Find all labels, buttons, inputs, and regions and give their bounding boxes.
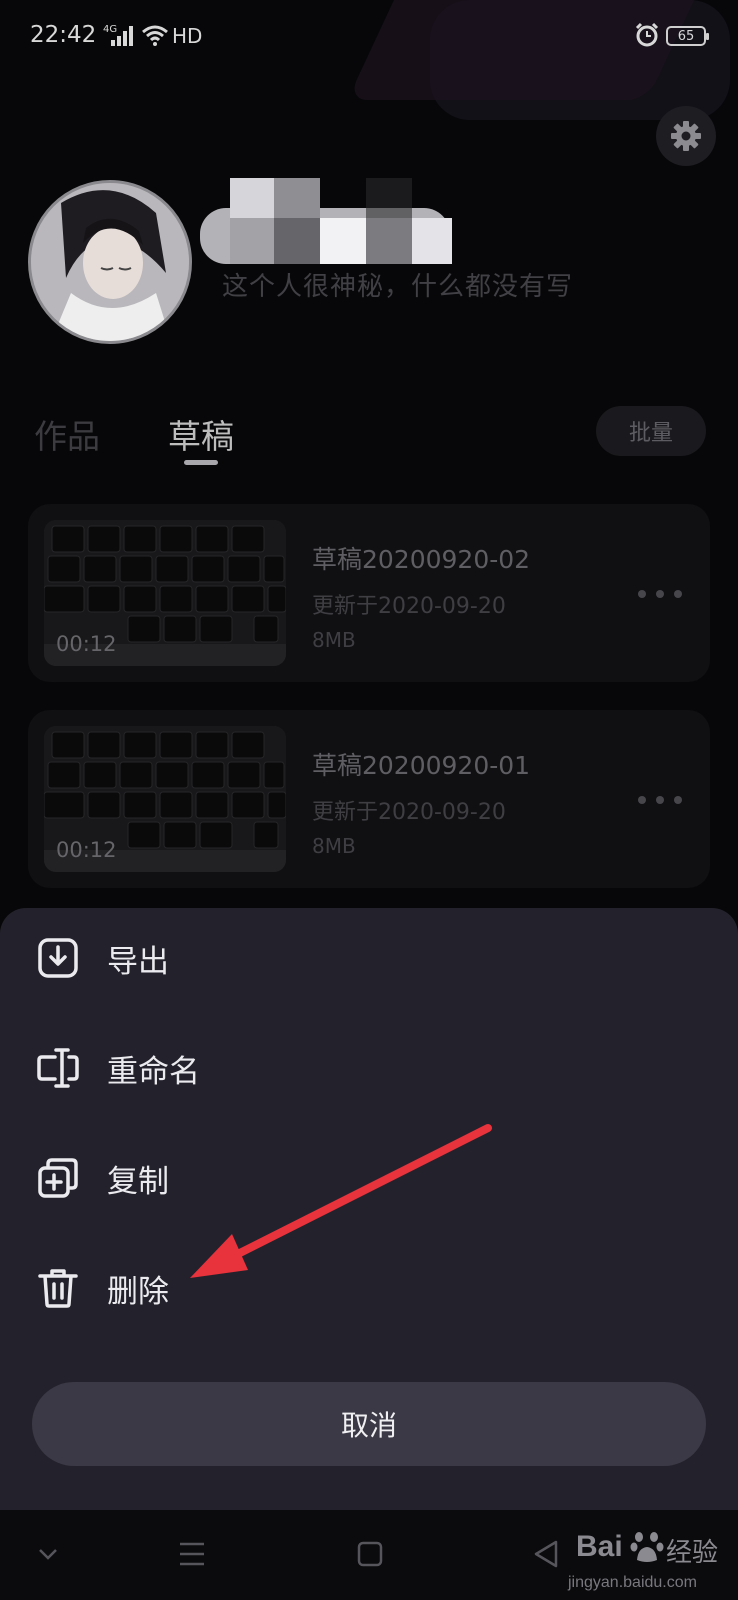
status-bar: 22:42 4G HD 65 — [0, 0, 738, 72]
draft-updated: 更新于2020-09-20 — [312, 594, 506, 619]
hd-label: HD — [172, 24, 203, 48]
paw-icon — [630, 1532, 664, 1562]
menu-item-delete[interactable]: 删除 — [0, 1244, 738, 1336]
home-icon[interactable] — [350, 1534, 390, 1574]
menu-item-export[interactable]: 导出 — [0, 914, 738, 1006]
gear-icon — [671, 121, 701, 151]
tab-drafts[interactable]: 草稿 — [168, 410, 234, 458]
watermark-url: jingyan.baidu.com — [568, 1574, 697, 1591]
draft-size: 8MB — [312, 834, 356, 858]
menu-item-rename[interactable]: 重命名 — [0, 1024, 738, 1116]
menu-label-copy: 复制 — [107, 1164, 169, 1200]
status-time: 22:42 — [30, 22, 97, 48]
watermark-brand-cn: 经验 — [666, 1538, 719, 1568]
menu-item-copy[interactable]: 复制 — [0, 1134, 738, 1226]
cancel-button[interactable]: 取消 — [32, 1382, 706, 1466]
draft-card[interactable]: 00:12 草稿20200920-02 更新于2020-09-20 8MB — [28, 504, 710, 682]
export-icon — [38, 938, 78, 978]
chevron-down-icon[interactable] — [28, 1534, 68, 1574]
draft-card[interactable]: 00:12 草稿20200920-01 更新于2020-09-20 8MB — [28, 710, 710, 888]
rename-icon — [37, 1048, 79, 1088]
avatar[interactable] — [28, 180, 192, 344]
menu-icon[interactable] — [172, 1534, 212, 1574]
watermark-brand: Bai — [576, 1530, 623, 1563]
back-icon[interactable] — [526, 1534, 566, 1574]
action-sheet: 导出 重命名 复制 删除 取消 — [0, 908, 738, 1510]
draft-size: 8MB — [312, 628, 356, 652]
watermark: Bai 经验 jingyan.baidu.com — [566, 1524, 736, 1596]
draft-title: 草稿20200920-01 — [312, 751, 531, 780]
more-options-icon[interactable] — [638, 588, 684, 600]
profile-bio: 这个人很神秘，什么都没有写 — [222, 272, 574, 302]
alarm-icon — [635, 22, 659, 47]
copy-icon — [38, 1158, 78, 1198]
delete-icon — [38, 1269, 78, 1308]
batch-button[interactable]: 批量 — [596, 406, 706, 456]
menu-label-export: 导出 — [107, 944, 169, 980]
signal-icon — [111, 26, 133, 46]
draft-thumbnail: 00:12 — [44, 726, 286, 872]
username-redacted — [200, 178, 452, 264]
navigation-bar: Bai 经验 jingyan.baidu.com — [0, 1510, 738, 1600]
draft-thumbnail: 00:12 — [44, 520, 286, 666]
tab-works[interactable]: 作品 — [34, 410, 100, 458]
menu-label-rename: 重命名 — [107, 1054, 200, 1090]
wifi-icon — [142, 25, 168, 46]
settings-button[interactable] — [656, 106, 716, 166]
draft-duration: 00:12 — [56, 838, 117, 862]
draft-duration: 00:12 — [56, 632, 117, 656]
battery-indicator: 65 — [666, 26, 709, 46]
menu-label-delete: 删除 — [107, 1274, 169, 1310]
more-options-icon[interactable] — [638, 794, 684, 806]
active-tab-indicator — [184, 460, 218, 465]
draft-title: 草稿20200920-02 — [312, 545, 531, 574]
draft-updated: 更新于2020-09-20 — [312, 800, 506, 825]
